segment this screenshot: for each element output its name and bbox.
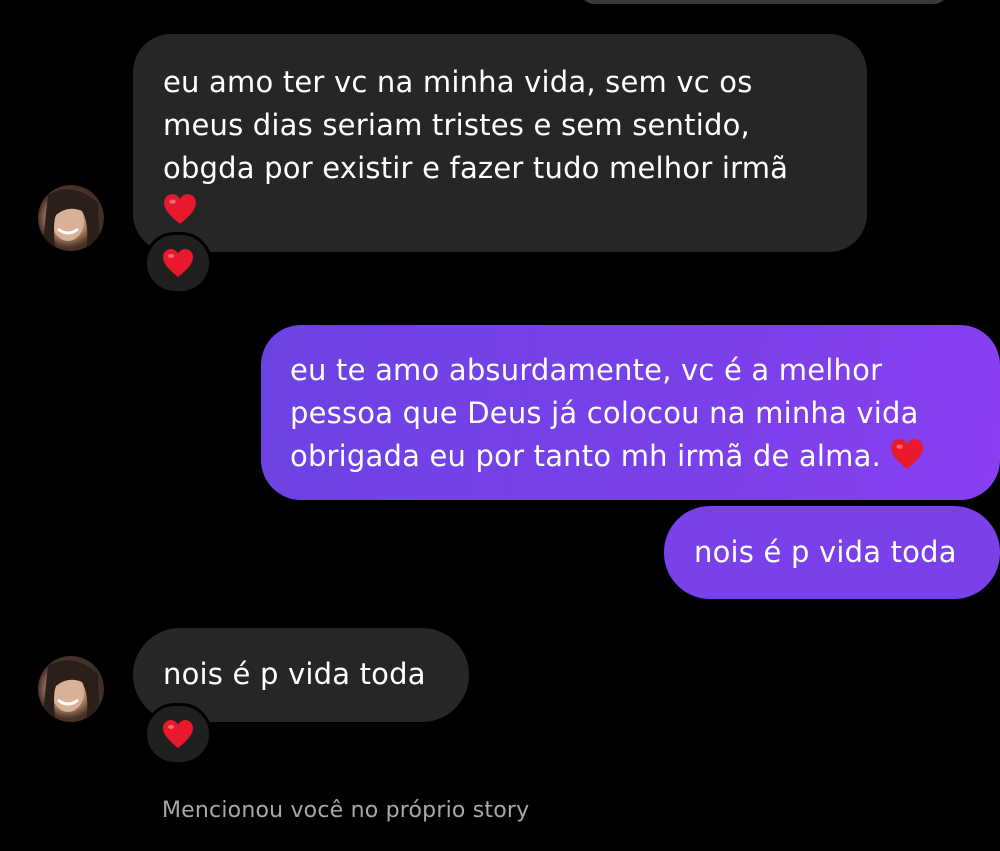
- message-line: eu amo ter vc na minha vida, sem vc os: [163, 65, 753, 99]
- avatar[interactable]: [38, 185, 104, 251]
- message-bubble-incoming[interactable]: eu amo ter vc na minha vida, sem vc os m…: [133, 34, 867, 252]
- message-line: meus dias seriam tristes e sem sentido,: [163, 108, 750, 142]
- reaction-badge[interactable]: [144, 232, 212, 294]
- red-heart-icon: [162, 247, 194, 279]
- message-line: obgda por existir e fazer tudo melhor ir…: [163, 151, 789, 185]
- red-heart-icon: [890, 437, 924, 471]
- avatar[interactable]: [38, 656, 104, 722]
- story-mention-notice: Mencionou você no próprio story: [162, 798, 530, 823]
- message-bubble-outgoing[interactable]: nois é p vida toda: [664, 506, 1000, 599]
- message-bubble-outgoing[interactable]: eu te amo absurdamente, vc é a melhor pe…: [261, 325, 1000, 500]
- message-text: nois é p vida toda: [163, 657, 426, 691]
- message-text: nois é p vida toda: [694, 535, 957, 569]
- red-heart-icon: [163, 192, 197, 226]
- previous-message-bubble[interactable]: [578, 0, 950, 4]
- message-line: eu te amo absurdamente, vc é a melhor: [290, 353, 883, 387]
- red-heart-icon: [162, 718, 194, 750]
- message-line: pessoa que Deus já colocou na minha vida: [290, 396, 919, 430]
- message-line: obrigada eu por tanto mh irmã de alma.: [290, 439, 891, 473]
- reaction-badge[interactable]: [144, 703, 212, 765]
